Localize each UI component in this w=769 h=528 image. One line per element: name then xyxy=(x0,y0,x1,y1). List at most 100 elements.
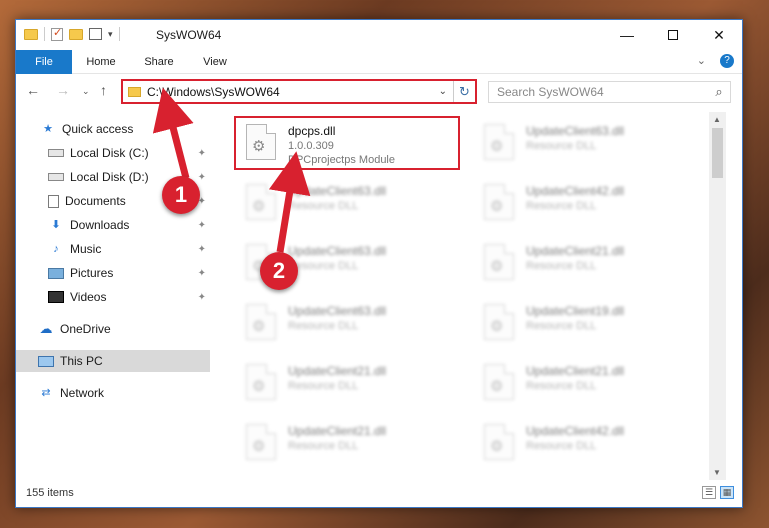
explorer-window: ▾ SysWOW64 — ✕ File Home Share View ⌄ ? … xyxy=(15,19,743,508)
address-bar[interactable]: C:\Windows\SysWOW64 ⌄ ↻ xyxy=(121,79,477,104)
sidebar-item-this-pc[interactable]: This PC xyxy=(16,350,210,372)
computer-icon xyxy=(38,355,54,367)
sidebar-item-pictures[interactable]: Pictures ✦ xyxy=(16,262,210,284)
search-icon[interactable]: ⌕ xyxy=(708,84,730,100)
sidebar-item-quick-access[interactable]: ★ Quick access xyxy=(16,118,210,140)
address-path[interactable]: C:\Windows\SysWOW64 xyxy=(147,85,439,99)
cloud-icon: ☁ xyxy=(39,321,53,336)
pin-icon[interactable]: ✦ xyxy=(198,148,206,159)
folder-icon[interactable] xyxy=(24,28,38,40)
pin-icon[interactable]: ✦ xyxy=(198,292,206,303)
toolbar-divider xyxy=(44,27,45,41)
status-bar: 155 items ☰ ▦ xyxy=(16,481,742,507)
gear-icon: ⚙ xyxy=(490,258,504,275)
gear-icon: ⚙ xyxy=(252,378,266,395)
refresh-button[interactable]: ↻ xyxy=(453,81,475,102)
network-icon: ⇄ xyxy=(41,387,51,399)
tab-share[interactable]: Share xyxy=(134,50,184,74)
sidebar-item-label: Videos xyxy=(70,290,107,304)
details-view-icon[interactable]: ☰ xyxy=(702,486,716,499)
sidebar-item-label: Music xyxy=(70,242,102,256)
gear-icon: ⚙ xyxy=(490,438,504,455)
customize-toolbar-icon[interactable]: ▾ xyxy=(108,29,113,40)
title-bar: ▾ SysWOW64 — ✕ xyxy=(16,20,742,50)
file-name: UpdateClient21.dll xyxy=(526,364,625,378)
maximize-icon xyxy=(668,30,678,40)
file-tile[interactable]: ⚙ UpdateClient42.dll Resource DLL xyxy=(474,178,700,232)
search-box[interactable]: Search SysWOW64 ⌕ xyxy=(488,81,731,103)
recent-locations-icon[interactable]: ⌄ xyxy=(82,86,90,97)
sidebar-item-videos[interactable]: Videos ✦ xyxy=(16,286,210,308)
sidebar-item-music[interactable]: ♪ Music ✦ xyxy=(16,238,210,260)
file-tile[interactable]: ⚙ UpdateClient21.dll Resource DLL xyxy=(236,358,462,412)
star-icon: ★ xyxy=(43,123,53,135)
tab-view[interactable]: View xyxy=(190,50,240,74)
file-tile[interactable]: ⚙ UpdateClient63.dll Resource DLL xyxy=(236,178,462,232)
quick-access-toolbar: ▾ xyxy=(24,26,120,41)
minimize-button[interactable]: — xyxy=(604,20,650,50)
file-name: UpdateClient21.dll xyxy=(526,244,625,258)
picture-icon xyxy=(48,267,64,279)
file-list: ⚙ dpcps.dll 1.0.0.309 DPCprojectps Modul… xyxy=(212,112,726,480)
file-description: Resource DLL xyxy=(526,200,597,212)
window-title: SysWOW64 xyxy=(156,28,222,42)
music-icon: ♪ xyxy=(53,243,59,255)
up-button[interactable]: ↑ xyxy=(100,82,107,98)
vertical-scrollbar[interactable]: ▲ ▼ xyxy=(709,112,726,480)
gear-icon: ⚙ xyxy=(490,138,504,155)
sidebar-item-label: Local Disk (C:) xyxy=(70,146,149,160)
close-button[interactable]: ✕ xyxy=(696,20,742,50)
search-input[interactable]: Search SysWOW64 xyxy=(497,85,708,99)
pin-icon[interactable]: ✦ xyxy=(198,244,206,255)
sidebar-item-downloads[interactable]: ⬇ Downloads ✦ xyxy=(16,214,210,236)
file-tile[interactable]: ⚙ UpdateClient63.dll Resource DLL xyxy=(236,298,462,352)
maximize-button[interactable] xyxy=(650,20,696,50)
gear-icon: ⚙ xyxy=(252,138,266,155)
scroll-down-icon[interactable]: ▼ xyxy=(713,468,721,477)
new-folder-icon[interactable] xyxy=(69,28,83,40)
expand-ribbon-icon[interactable]: ⌄ xyxy=(697,54,706,68)
disk-icon xyxy=(48,173,64,181)
step-badge-2: 2 xyxy=(260,252,298,290)
sidebar-item-network[interactable]: ⇄ Network xyxy=(16,382,210,404)
file-description: Resource DLL xyxy=(526,140,597,152)
dll-file-icon: ⚙ xyxy=(484,304,514,340)
tab-home[interactable]: Home xyxy=(76,50,126,74)
back-button[interactable]: ← xyxy=(26,82,40,98)
file-tile[interactable]: ⚙ UpdateClient21.dll Resource DLL xyxy=(474,358,700,412)
forward-button[interactable]: → xyxy=(56,82,70,98)
dll-file-icon: ⚙ xyxy=(484,244,514,280)
file-name: UpdateClient21.dll xyxy=(288,424,387,438)
properties-icon[interactable] xyxy=(89,28,102,40)
file-description: Resource DLL xyxy=(288,260,359,272)
file-description: Resource DLL xyxy=(288,320,359,332)
tab-file[interactable]: File xyxy=(16,50,72,74)
gear-icon: ⚙ xyxy=(252,318,266,335)
file-name: UpdateClient63.dll xyxy=(526,124,625,138)
pin-icon[interactable]: ✦ xyxy=(198,172,206,183)
address-dropdown-icon[interactable]: ⌄ xyxy=(439,86,447,97)
pin-icon[interactable]: ✦ xyxy=(198,268,206,279)
file-tile[interactable]: ⚙ UpdateClient42.dll Resource DLL xyxy=(474,418,700,472)
file-description: Resource DLL xyxy=(526,440,597,452)
file-description: Resource DLL xyxy=(526,320,597,332)
file-name: UpdateClient63.dll xyxy=(288,184,387,198)
file-tile[interactable]: ⚙ UpdateClient21.dll Resource DLL xyxy=(474,238,700,292)
file-name: dpcps.dll xyxy=(288,124,336,138)
sidebar-item-onedrive[interactable]: ☁ OneDrive xyxy=(16,318,210,340)
ribbon-right-controls: ⌄ ? xyxy=(697,54,734,68)
sidebar-item-local-disk-c[interactable]: Local Disk (C:) ✦ xyxy=(16,142,210,164)
dll-file-icon: ⚙ xyxy=(484,124,514,160)
scrollbar-thumb[interactable] xyxy=(712,128,723,178)
file-tile[interactable]: ⚙ UpdateClient21.dll Resource DLL xyxy=(236,418,462,472)
file-tile-dpcps[interactable]: ⚙ dpcps.dll 1.0.0.309 DPCprojectps Modul… xyxy=(234,116,460,170)
navigation-pane: ★ Quick access Local Disk (C:) ✦ Local D… xyxy=(16,112,210,480)
file-name: UpdateClient21.dll xyxy=(288,364,387,378)
help-icon[interactable]: ? xyxy=(720,54,734,68)
file-tile[interactable]: ⚙ UpdateClient63.dll Resource DLL xyxy=(474,118,700,172)
file-tile[interactable]: ⚙ UpdateClient19.dll Resource DLL xyxy=(474,298,700,352)
tiles-view-icon[interactable]: ▦ xyxy=(720,486,734,499)
scroll-up-icon[interactable]: ▲ xyxy=(713,115,721,124)
properties-check-icon[interactable] xyxy=(51,26,63,41)
pin-icon[interactable]: ✦ xyxy=(198,220,206,231)
